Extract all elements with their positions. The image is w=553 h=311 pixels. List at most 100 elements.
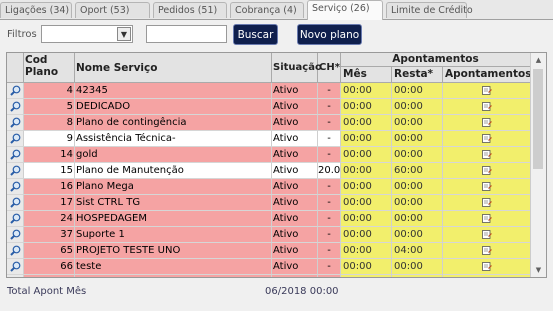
row-view-cell[interactable] xyxy=(7,147,24,163)
row-apontamentos[interactable] xyxy=(443,195,531,211)
magnifier-icon[interactable] xyxy=(10,181,21,192)
row-ch: - xyxy=(318,211,341,227)
note-edit-icon[interactable] xyxy=(481,102,492,111)
magnifier-icon[interactable] xyxy=(10,149,21,160)
row-apontamentos[interactable] xyxy=(443,147,531,163)
row-situacao: Ativo xyxy=(272,99,318,115)
row-view-cell[interactable] xyxy=(7,227,24,243)
row-view-cell[interactable] xyxy=(7,99,24,115)
search-button[interactable]: Buscar xyxy=(233,24,278,45)
row-cod xyxy=(24,275,75,277)
magnifier-icon[interactable] xyxy=(10,277,21,278)
table-row[interactable]: 8 Plano de contingência Ativo - 00:00 00… xyxy=(7,115,531,131)
row-apontamentos[interactable] xyxy=(443,83,531,99)
row-view-cell[interactable] xyxy=(7,131,24,147)
header-situacao[interactable]: Situação xyxy=(272,53,322,83)
row-cod: 4 xyxy=(24,83,75,99)
tab-servico[interactable]: Serviço (26) xyxy=(307,0,383,20)
row-view-cell[interactable] xyxy=(7,275,24,278)
filter-text-input[interactable] xyxy=(146,25,227,43)
note-edit-icon[interactable] xyxy=(481,86,492,95)
note-edit-icon[interactable] xyxy=(481,230,492,239)
note-edit-icon[interactable] xyxy=(481,246,492,255)
magnifier-icon[interactable] xyxy=(10,101,21,112)
table-row[interactable]: 14 gold Ativo - 00:00 00:00 xyxy=(7,147,531,163)
tab-pedidos[interactable]: Pedidos (51) xyxy=(153,2,227,18)
table-row[interactable]: 4 42345 Ativo - 00:00 00:00 xyxy=(7,83,531,99)
filter-select[interactable]: ▼ xyxy=(41,25,133,43)
row-apontamentos[interactable] xyxy=(443,259,531,275)
row-view-cell[interactable] xyxy=(7,115,24,131)
row-view-cell[interactable] xyxy=(7,163,24,179)
chevron-down-icon[interactable]: ▼ xyxy=(117,27,131,41)
table-row[interactable]: 5 DEDICADO Ativo - 00:00 00:00 xyxy=(7,99,531,115)
row-apontamentos[interactable] xyxy=(443,99,531,115)
magnifier-icon[interactable] xyxy=(10,245,21,256)
note-edit-icon[interactable] xyxy=(481,134,492,143)
row-ch: - xyxy=(318,83,341,99)
scroll-down-icon[interactable]: ▼ xyxy=(531,263,546,277)
row-apontamentos[interactable] xyxy=(443,163,531,179)
row-situacao: Ativo xyxy=(272,163,318,179)
tab-limite-credito[interactable]: Limite de Crédito xyxy=(386,2,473,18)
row-view-cell[interactable] xyxy=(7,83,24,99)
note-edit-icon[interactable] xyxy=(481,262,492,271)
note-edit-icon[interactable] xyxy=(481,118,492,127)
table-row[interactable]: 15 Plano de Manutenção Ativo 20.00 00:00… xyxy=(7,163,531,179)
scroll-thumb[interactable] xyxy=(533,69,543,169)
row-nome: Plano Mega xyxy=(75,179,272,195)
vertical-scrollbar[interactable]: ▲ ▼ xyxy=(530,53,546,277)
row-apontamentos[interactable] xyxy=(443,115,531,131)
magnifier-icon[interactable] xyxy=(10,213,21,224)
row-view-cell[interactable] xyxy=(7,179,24,195)
row-mes xyxy=(341,275,392,277)
magnifier-icon[interactable] xyxy=(10,165,21,176)
magnifier-icon[interactable] xyxy=(10,117,21,128)
row-apontamentos[interactable] xyxy=(443,179,531,195)
row-apontamentos[interactable] xyxy=(443,211,531,227)
note-edit-icon[interactable] xyxy=(481,150,492,159)
magnifier-icon[interactable] xyxy=(10,133,21,144)
header-resta[interactable]: Resta* xyxy=(392,67,443,83)
magnifier-icon[interactable] xyxy=(10,261,21,272)
header-mes[interactable]: Mês xyxy=(341,67,392,83)
table-row[interactable]: 37 Suporte 1 Ativo - 00:00 00:00 xyxy=(7,227,531,243)
note-edit-icon[interactable] xyxy=(481,182,492,191)
tab-ligacoes[interactable]: Ligações (34) xyxy=(0,2,72,18)
scroll-up-icon[interactable]: ▲ xyxy=(531,53,546,67)
table-row[interactable]: 65 PROJETO TESTE UNO Ativo - 00:00 04:00 xyxy=(7,243,531,259)
row-nome: 42345 xyxy=(75,83,272,99)
note-edit-icon[interactable] xyxy=(481,214,492,223)
note-edit-icon[interactable] xyxy=(481,166,492,175)
tab-cobranca[interactable]: Cobrança (4) xyxy=(230,2,304,18)
table-row[interactable]: 24 HOSPEDAGEM Ativo - 00:00 00:00 xyxy=(7,211,531,227)
table-row[interactable]: 17 Sist CTRL TG Ativo - 00:00 00:00 xyxy=(7,195,531,211)
table-row[interactable]: 9 Assistência Técnica- Ativo - 00:00 00:… xyxy=(7,131,531,147)
row-nome: Plano de contingência xyxy=(75,115,272,131)
row-apontamentos[interactable] xyxy=(443,131,531,147)
row-apontamentos[interactable] xyxy=(443,275,531,277)
magnifier-icon[interactable] xyxy=(10,229,21,240)
row-resta xyxy=(392,275,443,277)
row-apontamentos[interactable] xyxy=(443,227,531,243)
row-ch: - xyxy=(318,131,341,147)
header-nome-servico[interactable]: Nome Serviço xyxy=(75,53,272,83)
magnifier-icon[interactable] xyxy=(10,85,21,96)
table-row[interactable]: 16 Plano Mega Ativo - 00:00 00:00 xyxy=(7,179,531,195)
row-view-cell[interactable] xyxy=(7,259,24,275)
table-row[interactable]: 66 teste Ativo - 00:00 00:00 xyxy=(7,259,531,275)
row-view-cell[interactable] xyxy=(7,243,24,259)
row-view-cell[interactable] xyxy=(7,211,24,227)
note-edit-icon[interactable] xyxy=(481,198,492,207)
row-ch: - xyxy=(318,147,341,163)
tab-oport[interactable]: Oport (53) xyxy=(75,2,150,18)
header-ch[interactable]: CH* xyxy=(318,53,341,83)
table-row[interactable] xyxy=(7,275,531,278)
new-plan-button[interactable]: Novo plano xyxy=(297,24,362,45)
row-ch: - xyxy=(318,115,341,131)
row-view-cell[interactable] xyxy=(7,195,24,211)
row-apontamentos[interactable] xyxy=(443,243,531,259)
header-cod-plano[interactable]: Cod Plano xyxy=(24,53,75,83)
header-apontamentos[interactable]: Apontamentos xyxy=(443,67,531,83)
magnifier-icon[interactable] xyxy=(10,197,21,208)
